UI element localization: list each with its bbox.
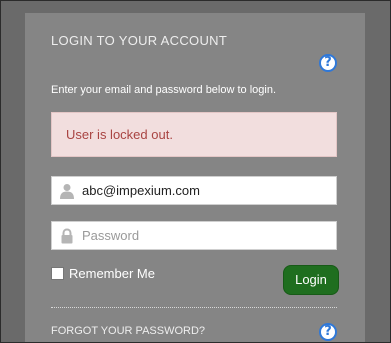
remember-me-label[interactable]: Remember Me (69, 266, 155, 281)
login-instructions: Enter your email and password below to l… (51, 84, 277, 96)
remember-me[interactable]: Remember Me (51, 266, 155, 281)
error-alert: User is locked out. (51, 112, 337, 157)
forgot-help-icon[interactable]: ? (319, 323, 337, 341)
login-title: LOGIN TO YOUR ACCOUNT (51, 33, 228, 48)
login-panel: LOGIN TO YOUR ACCOUNT ? Enter your email… (25, 13, 365, 342)
forgot-password-link[interactable]: FORGOT YOUR PASSWORD? (51, 325, 205, 337)
error-message: User is locked out. (66, 127, 173, 142)
user-icon (60, 184, 74, 199)
help-icon[interactable]: ? (319, 54, 337, 72)
divider (51, 307, 337, 308)
email-input[interactable] (82, 177, 332, 204)
login-button[interactable]: Login (283, 265, 339, 295)
password-input[interactable] (82, 222, 332, 249)
login-window: LOGIN TO YOUR ACCOUNT ? Enter your email… (0, 0, 391, 343)
lock-icon (61, 228, 73, 244)
email-field (51, 176, 337, 205)
password-field (51, 221, 337, 250)
remember-me-checkbox[interactable] (51, 267, 64, 280)
